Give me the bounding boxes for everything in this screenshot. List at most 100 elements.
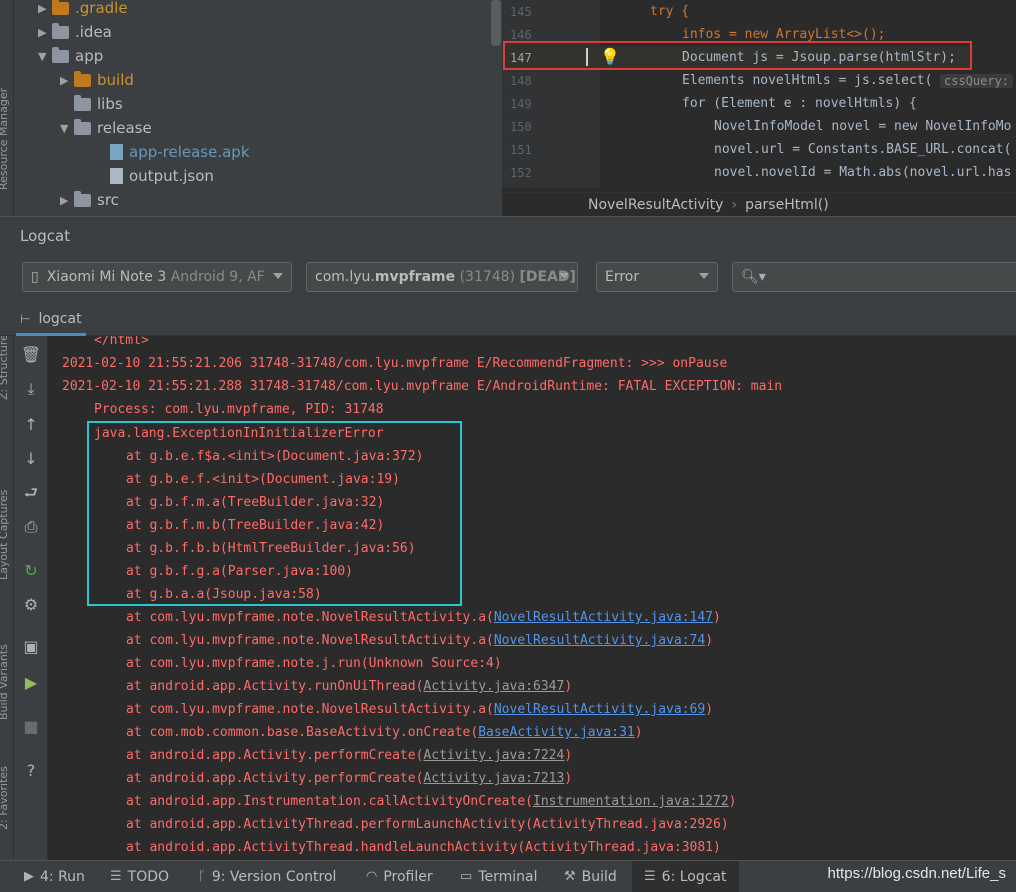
stack-frame: at android.app.Instrumentation.callActiv… — [126, 794, 737, 809]
json-file-icon — [110, 168, 123, 184]
source-link[interactable]: Activity.java:6347 — [423, 679, 564, 694]
expand-arrow-icon[interactable]: ▶ — [60, 74, 74, 87]
chevron-down-icon — [559, 273, 569, 279]
expand-arrow-icon[interactable]: ▶ — [38, 26, 52, 39]
code-editor[interactable]: 145 try { 146 infos = new ArrayList<>();… — [502, 0, 1016, 216]
tree-item-gradle[interactable]: ▶ .gradle — [38, 0, 128, 19]
run-icon: ▶ — [24, 869, 34, 884]
tree-item-apk[interactable]: app-release.apk — [110, 141, 250, 163]
collapse-arrow-icon[interactable]: ▼ — [60, 122, 74, 135]
tab-run[interactable]: ▶ 4: Run — [24, 861, 85, 892]
tab-logcat-bottom[interactable]: ☰ 6: Logcat — [632, 861, 739, 892]
tab-build[interactable]: ⚒ Build — [564, 861, 617, 892]
expand-arrow-icon[interactable]: ▶ — [38, 2, 52, 15]
stack-frame: at android.app.Activity.runOnUiThread(Ac… — [126, 679, 573, 694]
tree-item-build[interactable]: ▶ build — [60, 69, 134, 91]
folder-icon — [74, 118, 91, 135]
structure-tab[interactable]: Z: Structure — [0, 334, 10, 400]
project-scrollbar[interactable] — [491, 0, 501, 46]
log-line: Process: com.lyu.mvpframe, PID: 31748 — [94, 402, 384, 417]
tree-item-libs[interactable]: libs — [74, 93, 123, 115]
soft-wrap-icon[interactable]: ⮐ — [20, 482, 42, 504]
tree-item-app[interactable]: ▼ app — [38, 45, 103, 67]
screen-record-icon[interactable]: ▶ — [20, 672, 42, 694]
logcat-icon: ☰ — [644, 869, 656, 884]
stack-frame: at com.mob.common.base.BaseActivity.onCr… — [126, 725, 643, 740]
stack-frame: at com.lyu.mvpframe.note.NovelResultActi… — [126, 702, 714, 717]
source-link[interactable]: BaseActivity.java:31 — [478, 725, 635, 740]
source-link[interactable]: NovelResultActivity.java:147 — [494, 610, 713, 625]
tab-profiler[interactable]: ◠ Profiler — [366, 861, 433, 892]
expand-arrow-icon[interactable]: ▶ — [60, 194, 74, 207]
log-line: </html> — [94, 336, 149, 348]
clear-logcat-icon[interactable]: 🗑︎ — [20, 344, 42, 366]
code-line[interactable]: 150 NovelInfoModel novel = new NovelInfo… — [502, 115, 1016, 138]
tree-item-release[interactable]: ▼ release — [60, 117, 152, 139]
stack-frame: at android.app.Activity.performCreate(Ac… — [126, 771, 573, 786]
stack-frame: at com.lyu.mvpframe.note.NovelResultActi… — [126, 610, 721, 625]
layout-captures-tab[interactable]: Layout Captures — [0, 490, 10, 580]
logcat-title: Logcat — [20, 226, 71, 245]
stack-frame: at android.app.ActivityThread.performLau… — [126, 817, 729, 832]
phone-icon: ▯ — [31, 269, 39, 285]
code-line[interactable]: 148 Elements novelHtmls = js.select( css… — [502, 69, 1016, 92]
logcat-tab-row: ⊢ logcat — [0, 300, 1016, 336]
up-arrow-icon[interactable]: ↑ — [20, 414, 42, 436]
folder-icon — [74, 190, 91, 207]
restart-icon[interactable]: ↻ — [20, 560, 42, 582]
code-line[interactable]: 151 novel.url = Constants.BASE_URL.conca… — [502, 138, 1016, 161]
log-line: 2021-02-10 21:55:21.288 31748-31748/com.… — [62, 379, 783, 394]
source-link[interactable]: Instrumentation.java:1272 — [533, 794, 729, 809]
terminal-icon: ▭ — [460, 869, 473, 884]
folder-icon — [74, 70, 91, 87]
help-icon[interactable]: ? — [20, 760, 42, 782]
source-link[interactable]: NovelResultActivity.java:69 — [494, 702, 705, 717]
process-dropdown[interactable]: com.lyu. mvpframe (31748) [DEAD] — [306, 262, 578, 292]
device-dropdown[interactable]: ▯ Xiaomi Mi Note 3 Android 9, AF — [22, 262, 292, 292]
log-level-dropdown[interactable]: Error — [596, 262, 718, 292]
favorites-tab[interactable]: 2: Favorites — [0, 766, 10, 830]
code-line[interactable]: 152 novel.novelId = Math.abs(novel.url.h… — [502, 161, 1016, 184]
stack-frame: at com.lyu.mvpframe.note.NovelResultActi… — [126, 633, 714, 648]
code-line[interactable]: 145 try { — [502, 0, 1016, 23]
stack-frame: at android.app.Activity.performCreate(Ac… — [126, 748, 573, 763]
left-tool-stripe: Resource Manager Z: Structure Layout Cap… — [0, 0, 14, 860]
source-link[interactable]: Activity.java:7224 — [423, 748, 564, 763]
project-tree: ▶ .gradle ▶ .idea ▼ app ▶ build libs ▼ r… — [14, 0, 502, 216]
down-arrow-icon[interactable]: ↓ — [20, 448, 42, 470]
resource-manager-tab[interactable]: Resource Manager — [0, 88, 10, 190]
collapse-arrow-icon[interactable]: ▼ — [38, 50, 52, 63]
breadcrumb-method[interactable]: parseHtml() — [745, 197, 829, 213]
breadcrumb-class[interactable]: NovelResultActivity — [588, 197, 723, 213]
tree-item-idea[interactable]: ▶ .idea — [38, 21, 112, 43]
watermark: https://blog.csdn.net/Life_s — [827, 865, 1006, 882]
tree-item-output-json[interactable]: output.json — [110, 165, 214, 187]
hammer-icon: ⚒ — [564, 869, 576, 884]
print-icon[interactable]: ⎙ — [20, 516, 42, 538]
stack-frame: at com.lyu.mvpframe.note.j.run(Unknown S… — [126, 656, 502, 671]
tab-version-control[interactable]: ᚴ 9: Version Control — [198, 861, 336, 892]
stop-icon[interactable]: ■ — [20, 716, 42, 738]
chevron-down-icon — [699, 273, 709, 279]
scroll-to-end-icon[interactable]: ⤓ — [20, 378, 42, 400]
screen-capture-icon[interactable]: ▣ — [20, 636, 42, 658]
log-line: 2021-02-10 21:55:21.206 31748-31748/com.… — [62, 356, 728, 371]
highlight-box-cyan — [87, 421, 462, 606]
gear-icon[interactable]: ⚙ — [20, 594, 42, 616]
logcat-toolbar: 🗑︎ ⤓ ↑ ↓ ⮐ ⎙ ↻ ⚙ ▣ ▶ ■ ? — [14, 336, 48, 860]
chevron-down-icon — [273, 273, 283, 279]
code-line[interactable]: 149 for (Element e : novelHtmls) { — [502, 92, 1016, 115]
chevron-right-icon: › — [731, 196, 738, 213]
logcat-title-bar: Logcat — [0, 216, 1016, 254]
source-link[interactable]: NovelResultActivity.java:74 — [494, 633, 705, 648]
tab-logcat[interactable]: ⊢ logcat — [16, 304, 86, 336]
tab-terminal[interactable]: ▭ Terminal — [460, 861, 537, 892]
build-variants-tab[interactable]: Build Variants — [0, 644, 10, 720]
tree-item-src[interactable]: ▶ src — [60, 189, 119, 211]
tab-todo[interactable]: ☰ TODO — [110, 861, 169, 892]
search-input[interactable]: 🔍︎▾ — [732, 262, 1016, 292]
module-folder-icon — [52, 46, 69, 63]
source-link[interactable]: Activity.java:7213 — [423, 771, 564, 786]
folder-icon — [52, 22, 69, 39]
apk-file-icon — [110, 144, 123, 160]
